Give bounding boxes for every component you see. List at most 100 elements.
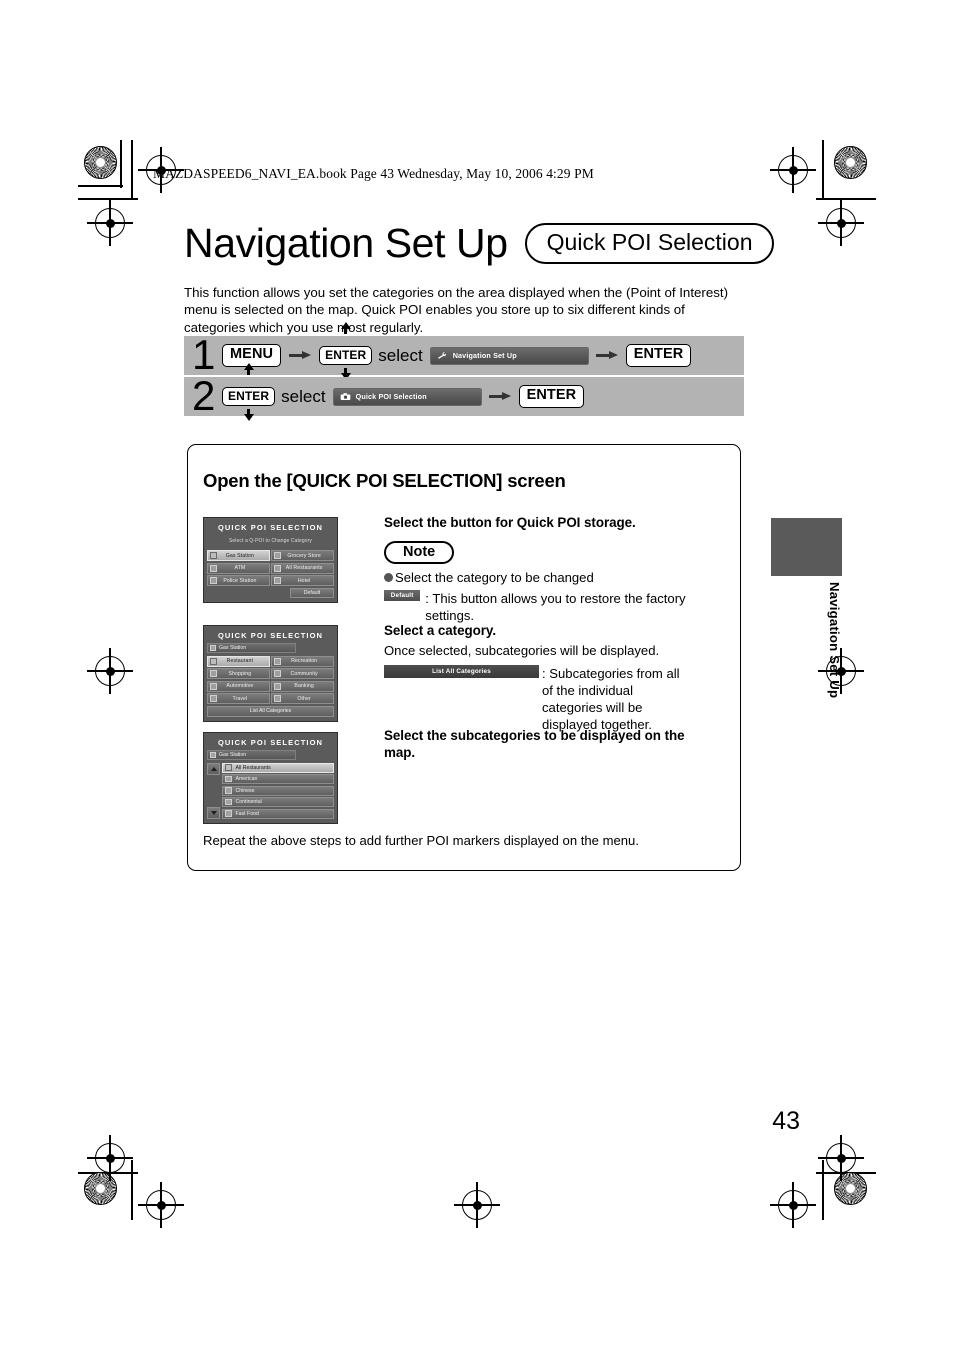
nav-button-travel[interactable]: Travel (207, 693, 270, 704)
print-star-target-top-right (834, 146, 867, 179)
key-enter-step2[interactable]: ENTER (222, 386, 276, 407)
registration-mark-bottom-right (770, 1182, 816, 1228)
page-title: Navigation Set Up (184, 220, 508, 266)
nav-screen-button-grid-2: Restaurant Recreation Shopping Community… (207, 655, 334, 704)
nav-button-all-restaurants[interactable]: All Restaurants (271, 562, 334, 574)
list-item-american[interactable]: American (222, 774, 334, 784)
nav-button-grocery-store[interactable]: Grocery Store (271, 550, 334, 561)
instruction-body-2: Once selected, subcategories will be dis… (384, 642, 660, 658)
nav-button-automotive[interactable]: Automotive (207, 680, 270, 692)
side-tab-block (771, 518, 842, 576)
nav-button-restaurant[interactable]: Restaurant (207, 655, 270, 667)
inline-list-all-categories-button[interactable]: List All Categories (384, 664, 539, 678)
menu-chip-label-2: Quick POI Selection (355, 392, 427, 401)
inline-default-button[interactable]: Default (384, 589, 421, 601)
up-down-arrows-icon (340, 321, 352, 334)
nav-breadcrumb-3: Gas Station (207, 750, 296, 760)
content-panel: Open the [QUICK POI SELECTION] screen QU… (187, 444, 741, 871)
arrow-right-icon-3 (488, 391, 511, 401)
list-item-fast-food[interactable]: Fast Food (222, 808, 334, 819)
book-header-line: MAZDASPEED6_NAVI_EA.book Page 43 Wednesd… (153, 166, 594, 181)
step-row-2: 2 ENTER select Quick POI Selection ENTER (184, 362, 744, 421)
nav-subcategory-list: All Restaurants American Chinese Contine… (222, 762, 334, 819)
section-heading: Open the [QUICK POI SELECTION] screen (203, 470, 566, 491)
key-enter-step2-end[interactable]: ENTER (518, 385, 585, 408)
print-star-target-bottom-left (84, 1172, 117, 1205)
nav-button-default[interactable]: Default (290, 587, 334, 598)
nav-button-atm[interactable]: ATM (207, 562, 270, 574)
nav-button-police-station[interactable]: Police Station (207, 575, 270, 586)
instruction-block-3: Select the subcategories to be displayed… (384, 728, 719, 762)
american-food-icon (225, 775, 232, 783)
page-title-badge: Quick POI Selection (524, 223, 775, 264)
select-word-step2: select (281, 386, 326, 406)
note-bullet-line: Select the category to be changed (384, 569, 724, 586)
restaurant-icon (210, 657, 217, 665)
police-icon (210, 577, 217, 584)
nav-button-label: Recreation (291, 658, 318, 664)
automotive-icon (210, 682, 217, 690)
nav-button-label: Shopping (228, 670, 252, 677)
nav-button-gas-station[interactable]: Gas Station (207, 550, 270, 561)
page-number: 43 (772, 1107, 800, 1135)
key-enter-step1[interactable]: ENTER (319, 345, 373, 366)
nav-button-label: Automotive (226, 683, 254, 689)
registration-mark-right-lower (818, 1135, 864, 1181)
registration-mark-bottom-center (454, 1182, 500, 1228)
scroll-up-button[interactable] (207, 762, 220, 775)
default-button-note: Default : This button allows you to rest… (384, 589, 724, 624)
wrench-icon (437, 351, 448, 360)
nav-screen-list-wrap: All Restaurants American Chinese Contine… (207, 762, 334, 819)
key-enter-step1-end[interactable]: ENTER (625, 344, 692, 367)
crop-line-top-left-h2 (78, 185, 123, 187)
nav-button-shopping[interactable]: Shopping (207, 668, 270, 679)
list-item-chinese[interactable]: Chinese (222, 785, 334, 796)
registration-mark-right-upper (818, 200, 864, 246)
crop-line-top-left-v (131, 140, 133, 200)
list-item-label: Chinese (235, 787, 255, 794)
registration-mark-bottom-left (138, 1182, 184, 1228)
fast-food-icon (225, 810, 232, 817)
nav-button-label: Banking (294, 683, 314, 689)
default-button-note-text: : This button allows you to restore the … (425, 590, 686, 623)
crop-line-top-left-v2 (120, 140, 122, 188)
side-tab-label: Navigation Set Up (827, 582, 842, 699)
hotel-icon (274, 577, 282, 584)
nav-button-recreation[interactable]: Recreation (271, 655, 334, 667)
nav-screen-subtitle-1: Select a Q-POI to Change Category (228, 538, 313, 544)
continental-food-icon (225, 798, 232, 806)
nav-button-list-all-categories[interactable]: List All Categories (207, 705, 334, 717)
nav-button-label: Grocery Store (287, 552, 321, 559)
nav-button-community[interactable]: Community (271, 668, 334, 679)
registration-mark-left-lower (87, 1135, 133, 1181)
nav-screen-title-2: QUICK POI SELECTION (217, 631, 324, 640)
menu-chip-navigation-set-up[interactable]: Navigation Set Up (430, 347, 588, 364)
instruction-block-1: Select the button for Quick POI storage.… (384, 515, 724, 624)
atm-icon (210, 564, 217, 572)
menu-chip-quick-poi-selection[interactable]: Quick POI Selection (333, 388, 481, 405)
travel-icon (210, 695, 217, 702)
grocery-store-icon (274, 552, 282, 559)
title-row: Navigation Set Up Quick POI Selection (184, 220, 775, 266)
step-row-1: 1 MENU ENTER select Navigation Set Up EN… (184, 321, 744, 380)
registration-mark-left-upper (87, 200, 133, 246)
nav-button-label: Other (297, 695, 311, 702)
nav-screen-title-3: QUICK POI SELECTION (217, 738, 324, 747)
nav-button-other[interactable]: Other (271, 693, 334, 704)
list-item-continental[interactable]: Continental (222, 797, 334, 807)
chinese-food-icon (225, 787, 232, 794)
nav-button-label: Gas Station (225, 552, 254, 559)
community-icon (274, 670, 282, 677)
list-item-all-restaurants[interactable]: All Restaurants (222, 762, 334, 773)
nav-screen-quick-poi-selection-2: QUICK POI SELECTION Gas Station Restaura… (203, 625, 338, 722)
nav-button-banking[interactable]: Banking (271, 680, 334, 692)
nav-screen-button-grid-1: Gas Station Grocery Store ATM All Restau… (207, 550, 334, 586)
print-star-target-top-left (84, 146, 117, 179)
nav-button-label: Hotel (297, 577, 311, 584)
menu-chip-label: Navigation Set Up (452, 351, 517, 360)
shopping-icon (210, 670, 217, 677)
nav-scrollbar[interactable] (207, 762, 220, 819)
scroll-down-button[interactable] (207, 806, 220, 819)
banking-icon (274, 682, 282, 690)
nav-button-hotel[interactable]: Hotel (271, 575, 334, 586)
